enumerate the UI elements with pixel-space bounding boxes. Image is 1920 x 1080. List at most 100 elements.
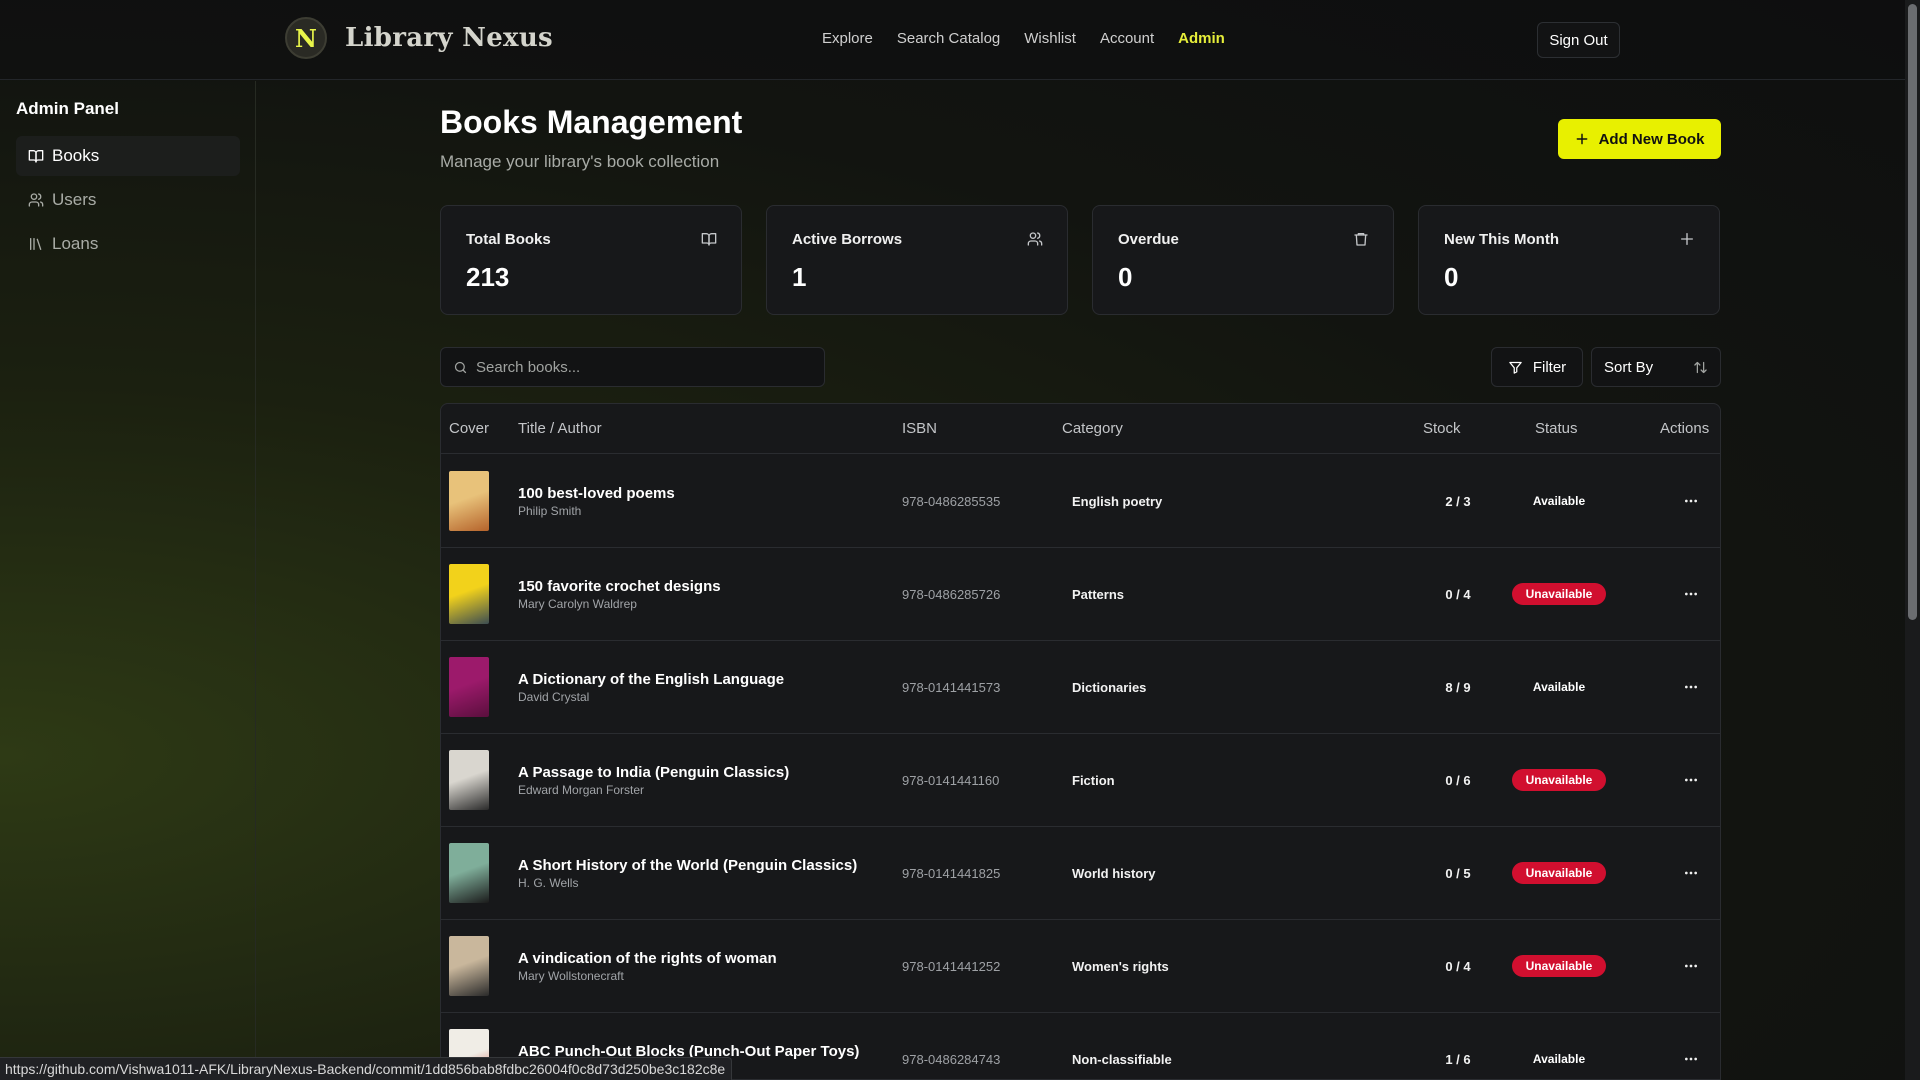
book-author: David Crystal [518, 690, 590, 704]
book-stock: 2 / 3 [1445, 494, 1471, 509]
book-title[interactable]: A Short History of the World (Penguin Cl… [518, 857, 857, 874]
book-cover-image [449, 471, 489, 531]
row-actions-button[interactable] [1677, 580, 1705, 608]
book-cover-image [449, 936, 489, 996]
sidebar-item-users[interactable]: Users [16, 180, 240, 220]
book-stock: 0 / 6 [1445, 773, 1471, 788]
stat-card-new-this-month: New This Month 0 [1418, 205, 1720, 315]
logo-icon: N [285, 17, 327, 59]
column-header-actions: Actions [1660, 420, 1710, 437]
stat-card-overdue: Overdue 0 [1092, 205, 1394, 315]
book-open-icon [701, 233, 717, 246]
more-horizontal-icon [1685, 499, 1697, 503]
book-category: English poetry [1072, 494, 1163, 509]
book-stock: 0 / 4 [1445, 587, 1471, 602]
more-horizontal-icon [1685, 871, 1697, 875]
row-actions-button[interactable] [1677, 1045, 1705, 1073]
book-category: Women's rights [1072, 959, 1169, 974]
status-badge: Unavailable [1512, 583, 1606, 605]
nav-wishlist[interactable]: Wishlist [1024, 30, 1076, 47]
book-author: H. G. Wells [518, 876, 579, 890]
book-category: Patterns [1072, 587, 1125, 602]
book-stock: 0 / 4 [1445, 959, 1471, 974]
book-category: Fiction [1072, 773, 1115, 788]
stat-label: Overdue [1118, 231, 1179, 248]
app-name: Library Nexus [345, 23, 553, 53]
book-title[interactable]: A Passage to India (Penguin Classics) [518, 764, 789, 781]
book-cover-image [449, 564, 489, 624]
stat-value: 0 [1118, 262, 1133, 292]
stat-label: Active Borrows [792, 231, 903, 248]
logo-letter: N [295, 23, 317, 53]
sort-arrows-icon [1694, 361, 1707, 373]
filter-button[interactable]: Filter [1491, 347, 1583, 387]
row-actions-button[interactable] [1677, 859, 1705, 887]
table-row[interactable]: 150 favorite crochet designs Mary Carolyn… [441, 548, 1720, 641]
row-actions-button[interactable] [1677, 766, 1705, 794]
status-badge: Unavailable [1512, 862, 1606, 884]
nav-admin[interactable]: Admin [1178, 30, 1225, 47]
users-icon [28, 193, 44, 207]
search-input[interactable] [476, 358, 806, 376]
plus-icon [1576, 133, 1587, 145]
stat-value: 0 [1444, 262, 1459, 292]
table-row[interactable]: A Short History of the World (Penguin Cl… [441, 827, 1720, 920]
status-badge: Available [1532, 1052, 1586, 1066]
status-badge: Unavailable [1512, 769, 1606, 791]
book-search-box[interactable] [440, 347, 825, 387]
sidebar-item-label: Books [52, 146, 100, 165]
main-nav: Explore Search Catalog Wishlist Account … [822, 30, 1249, 47]
nav-account[interactable]: Account [1100, 30, 1154, 47]
brand[interactable]: N Library Nexus [285, 17, 553, 59]
book-title[interactable]: A Dictionary of the English Language [518, 671, 784, 688]
table-row[interactable]: A Passage to India (Penguin Classics) Edw… [441, 734, 1720, 827]
users-icon [1027, 232, 1043, 246]
book-author: Edward Morgan Forster [518, 783, 645, 797]
search-icon [454, 361, 467, 373]
top-navbar: N Library Nexus Explore Search Catalog W… [0, 0, 1905, 80]
more-horizontal-icon [1685, 1057, 1697, 1061]
add-new-book-label: Add New Book [1598, 130, 1705, 148]
book-title[interactable]: 100 best-loved poems [518, 485, 675, 502]
book-title[interactable]: A vindication of the rights of woman [518, 950, 777, 967]
row-actions-button[interactable] [1677, 487, 1705, 515]
book-title[interactable]: 150 favorite crochet designs [518, 578, 721, 595]
nav-explore[interactable]: Explore [822, 30, 873, 47]
table-row[interactable]: A Dictionary of the English Language Davi… [441, 641, 1720, 734]
table-header: Cover Title / Author ISBN Category Stock… [441, 404, 1720, 454]
book-isbn: 978-0486285726 [902, 587, 1001, 602]
book-author: Mary Wollstonecraft [518, 969, 624, 983]
table-row[interactable]: 100 best-loved poems Philip Smith 978-0486… [441, 455, 1720, 548]
books-table: Cover Title / Author ISBN Category Stock… [440, 403, 1721, 1080]
status-badge: Unavailable [1512, 955, 1606, 977]
row-actions-button[interactable] [1677, 673, 1705, 701]
book-stock: 1 / 6 [1445, 1052, 1471, 1067]
book-stock: 0 / 5 [1445, 866, 1471, 881]
stat-card-active-borrows: Active Borrows 1 [766, 205, 1068, 315]
sign-out-button[interactable]: Sign Out [1537, 22, 1620, 58]
column-header-stock: Stock [1423, 420, 1461, 437]
more-horizontal-icon [1685, 592, 1697, 596]
row-actions-button[interactable] [1677, 952, 1705, 980]
stat-card-total-books: Total Books 213 [440, 205, 742, 315]
book-isbn: 978-0141441573 [902, 680, 1001, 695]
nav-search-catalog[interactable]: Search Catalog [897, 30, 1000, 47]
admin-sidebar: Admin Panel Books Users Loans [0, 81, 256, 1080]
book-category: Non-classifiable [1072, 1052, 1172, 1067]
more-horizontal-icon [1685, 778, 1697, 782]
stat-value: 213 [466, 262, 510, 292]
sidebar-item-books[interactable]: Books [16, 136, 240, 176]
sort-by-select[interactable]: Sort By [1591, 347, 1721, 387]
page-scrollbar-thumb[interactable] [1908, 4, 1917, 620]
filter-icon [1509, 361, 1522, 374]
book-isbn: 978-0141441252 [902, 959, 1001, 974]
book-author: Mary Carolyn Waldrep [518, 597, 637, 611]
table-row[interactable]: A vindication of the rights of woman Mary… [441, 920, 1720, 1013]
sidebar-item-loans[interactable]: Loans [16, 224, 240, 264]
column-header-isbn: ISBN [902, 420, 938, 437]
filter-label: Filter [1532, 358, 1567, 376]
status-badge: Available [1532, 680, 1586, 694]
column-header-category: Category [1062, 420, 1123, 437]
plus-icon [1681, 233, 1693, 245]
add-new-book-button[interactable]: Add New Book [1558, 119, 1721, 159]
